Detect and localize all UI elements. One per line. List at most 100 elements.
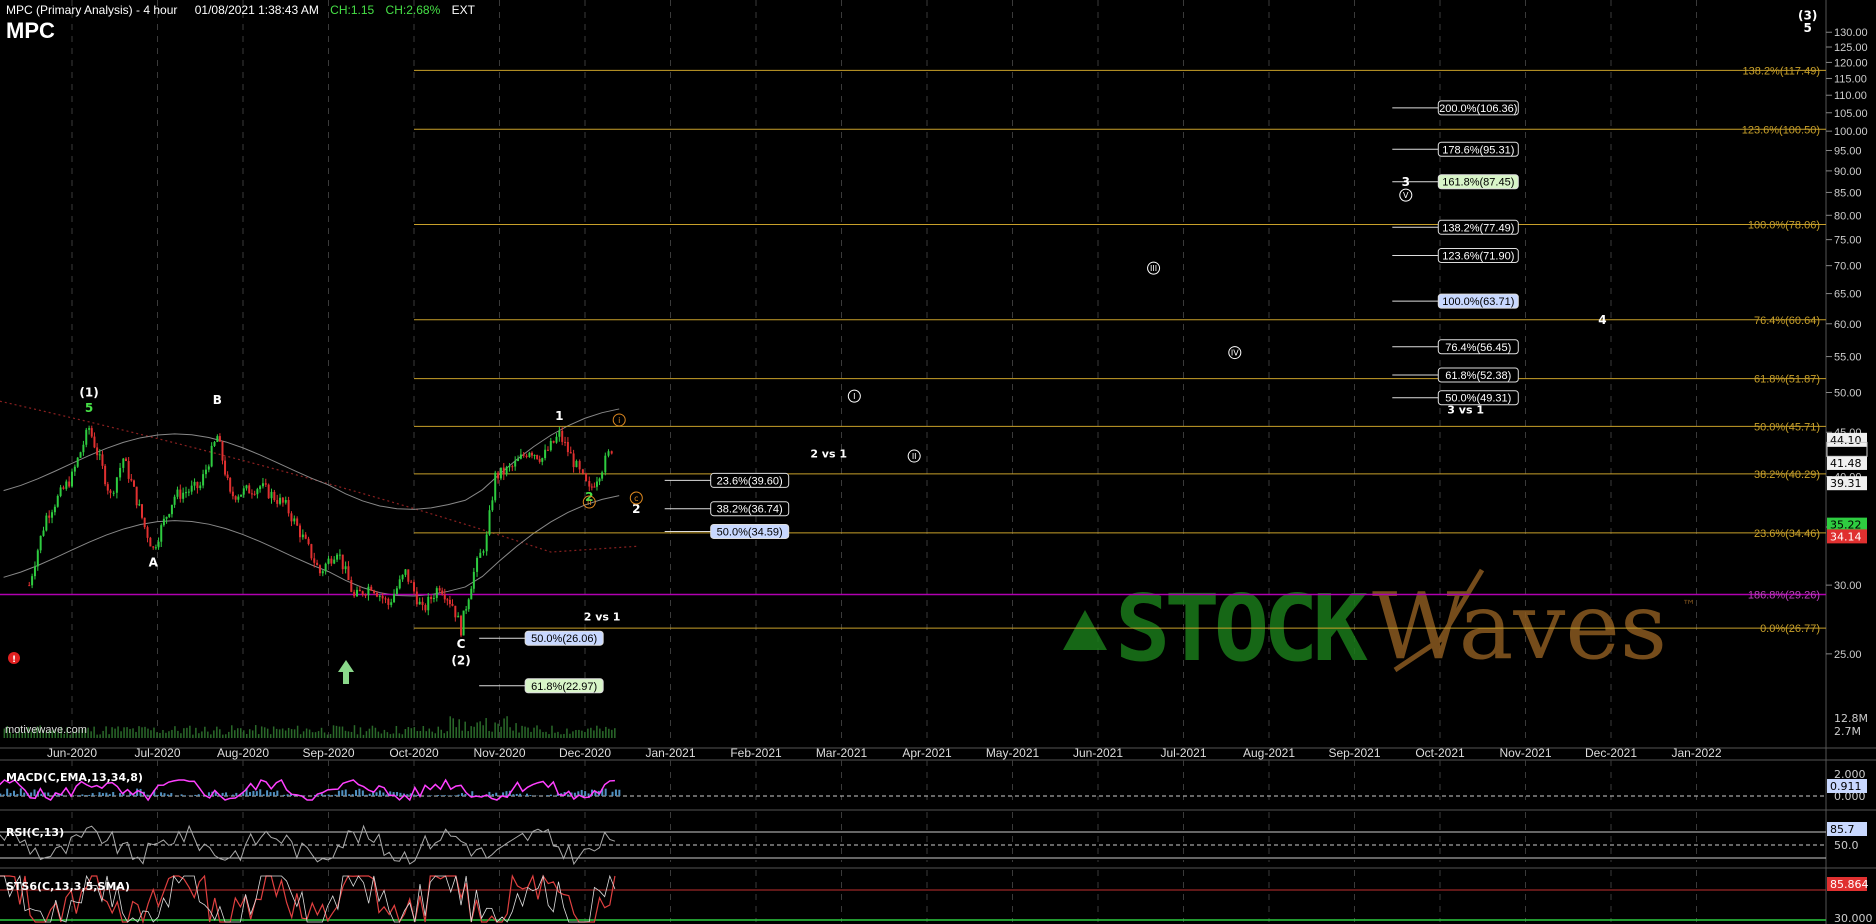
macd-hist-bar	[320, 793, 323, 796]
price-tick-label: 90.00	[1834, 166, 1862, 178]
volume-bar	[317, 731, 320, 738]
candle-body	[435, 588, 438, 598]
price-tick-label: 75.00	[1834, 235, 1862, 247]
volume-bar	[467, 731, 469, 738]
wave-label-10: 4	[1598, 313, 1606, 327]
macd-hist-bar	[146, 794, 149, 796]
volume-bar	[497, 723, 499, 738]
volume-bar	[225, 734, 227, 738]
candle-body	[253, 493, 256, 495]
candle-body	[154, 547, 157, 549]
candle-body	[338, 554, 341, 556]
macd-hist-bar	[47, 792, 50, 796]
candle-body	[530, 452, 533, 456]
volume-bar	[168, 731, 170, 738]
macd-hist-bar	[194, 794, 197, 796]
price-chart[interactable]: Jun-2020 Jul-2020 Aug-2020 Sep-2020 Oct-2020…	[0, 0, 1876, 924]
volume-bar	[111, 727, 113, 738]
candle-body	[296, 518, 299, 526]
volume-bar	[533, 727, 535, 738]
volume-bar	[362, 734, 365, 738]
candle-body	[505, 466, 508, 475]
retrace-target-1-text: 38.2%(36.74)	[717, 504, 783, 516]
macd-hist-bar	[207, 792, 210, 796]
macd-hist-bar	[471, 791, 474, 796]
candle-body	[356, 589, 358, 597]
extension-target-6-text: 76.4%(56.45)	[1445, 342, 1511, 354]
fib-level-label-6: 38.2%(40.29)	[1754, 469, 1820, 481]
retrace-target-2: 50.0%(34.59)	[664, 523, 790, 539]
rsi-label: RSI(C,13)	[6, 826, 64, 839]
macd-hist-bar	[567, 794, 570, 796]
volume-bar	[587, 728, 589, 738]
volume-bar	[257, 734, 260, 738]
candle-body	[607, 451, 610, 456]
macd-hist-bar	[614, 789, 617, 796]
time-tick-label: Sep-2020	[302, 746, 354, 760]
candle-body	[124, 458, 127, 461]
volume-bar	[138, 726, 140, 738]
volume-bar	[156, 732, 158, 738]
volume-bar	[356, 734, 359, 738]
volume-bar	[449, 716, 451, 738]
volume-bar	[153, 727, 155, 738]
macd-hist-bar	[262, 794, 265, 796]
volume-bar	[521, 725, 523, 738]
volume-bar	[569, 733, 571, 738]
price-tag-text-4: 34.14	[1830, 530, 1862, 543]
volume-bar	[419, 730, 422, 738]
macd-hist-bar	[505, 791, 508, 796]
candle-body	[415, 591, 418, 605]
volume-bar	[290, 729, 293, 738]
macd-hist-bar	[184, 795, 187, 796]
candle-body	[287, 499, 290, 514]
candle-body	[179, 489, 182, 499]
macd-hist-bar	[286, 794, 289, 796]
macd-hist-bar	[269, 792, 272, 796]
time-tick-label: Aug-2020	[217, 746, 269, 760]
candle-body	[187, 491, 190, 493]
candle-body	[378, 595, 381, 597]
candle-body	[502, 467, 505, 475]
candle-body	[33, 566, 36, 577]
volume-bar	[401, 734, 404, 738]
time-tick-label: Mar-2021	[816, 746, 868, 760]
candle-body	[149, 537, 152, 547]
candle-body	[76, 457, 79, 467]
candle-body	[381, 595, 384, 599]
candle-body	[321, 571, 324, 574]
candle-body	[165, 516, 168, 519]
candle-body	[564, 441, 567, 443]
watermark-text: motivewave.com	[5, 724, 87, 736]
volume-bar	[299, 734, 302, 738]
candle-body	[79, 452, 82, 458]
macd-hist-bar	[13, 790, 16, 796]
volume-bar	[251, 730, 254, 738]
candle-body	[234, 496, 237, 500]
brand-watermark: STOCK Waves ™	[1063, 568, 1696, 682]
volume-bar	[500, 726, 502, 738]
volume-bar	[335, 725, 338, 738]
candle-body	[575, 461, 578, 468]
volume-bar	[248, 729, 251, 738]
candle-body	[393, 594, 396, 603]
volume-bar	[269, 734, 272, 738]
volume-bar	[120, 731, 122, 738]
candle-body	[536, 455, 539, 459]
candle-body	[59, 487, 62, 496]
candle-body	[497, 472, 500, 479]
candle-body	[370, 586, 373, 591]
candle-body	[364, 594, 367, 596]
volume-bar	[210, 734, 212, 738]
macd-hist-bar	[519, 793, 522, 796]
candle-body	[546, 449, 549, 451]
volume-bar	[147, 728, 149, 738]
candle-body	[350, 580, 353, 592]
macd-hist-bar	[166, 794, 169, 796]
candle-body	[544, 449, 547, 459]
macd-hist-bar	[512, 794, 515, 796]
wave-label-5: (2)	[451, 654, 470, 668]
candle-body	[561, 430, 564, 442]
candle-body	[467, 599, 470, 610]
candle-body	[90, 428, 93, 437]
